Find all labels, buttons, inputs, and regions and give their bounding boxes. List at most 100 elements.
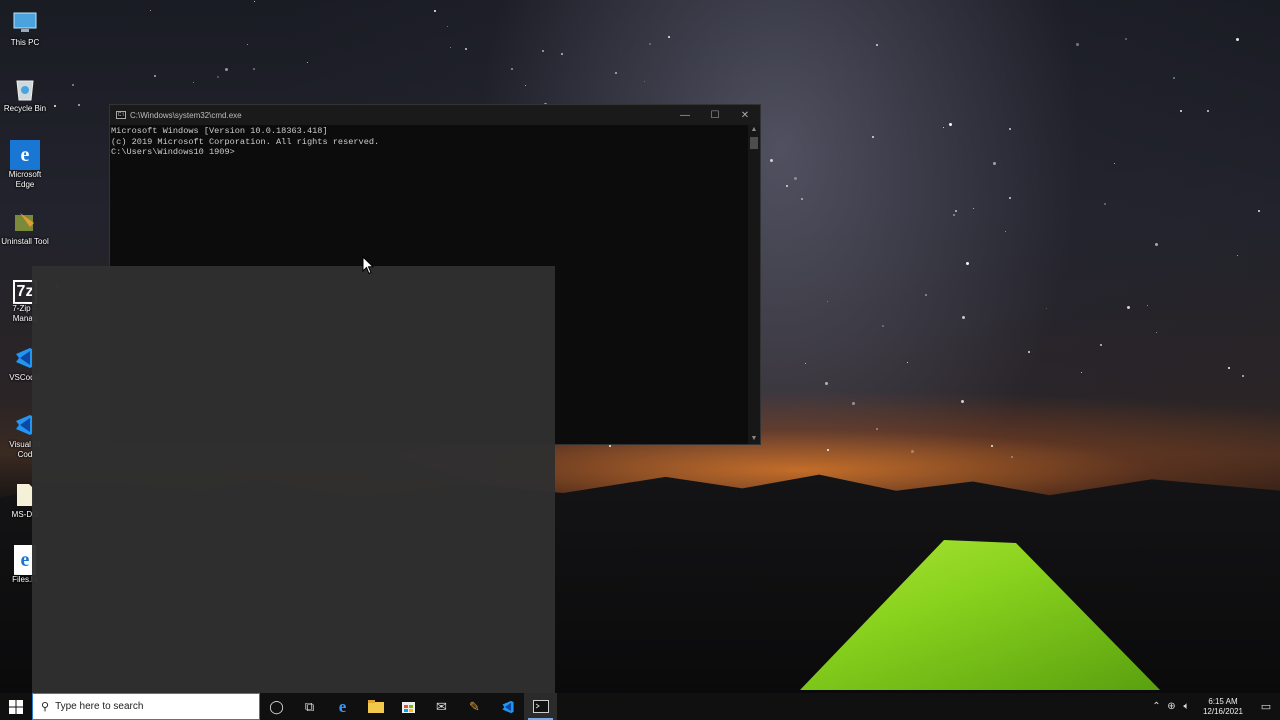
star (644, 81, 646, 83)
desktop-icon-recycle-bin[interactable]: Recycle Bin (0, 74, 50, 114)
taskbar-apps: ◯ ⧉ e ✉ ✎ (260, 693, 557, 720)
star (942, 126, 944, 128)
network-icon[interactable]: ⊕ (1164, 701, 1179, 712)
scroll-up-arrow-icon[interactable]: ▲ (748, 125, 760, 135)
cmd-scrollbar[interactable]: ▲ ▼ (748, 125, 760, 444)
task-view-icon[interactable]: ⧉ (293, 693, 326, 720)
edge-icon[interactable]: e (326, 693, 359, 720)
star (907, 362, 909, 364)
star (1127, 306, 1131, 310)
star (1004, 231, 1006, 233)
edge-icon: e (10, 140, 40, 170)
uninstall-tool-icon[interactable]: ✎ (458, 693, 491, 720)
star (1010, 455, 1013, 458)
star (972, 207, 974, 209)
star (54, 104, 57, 107)
star (960, 399, 964, 403)
search-icon: ⚲ (41, 701, 50, 713)
cmd-taskbar-icon[interactable] (524, 693, 557, 720)
uninstall-tool-icon (10, 207, 40, 237)
scroll-down-arrow-icon[interactable]: ▼ (748, 434, 760, 444)
console-line: Microsoft Windows [Version 10.0.18363.41… (111, 126, 328, 136)
star (990, 445, 993, 448)
star (827, 301, 829, 303)
volume-icon[interactable]: 🔈︎ (1179, 701, 1194, 712)
system-tray: ⌃ ⊕ 🔈︎ 6:15 AM 12/16/2021 ▭ (1149, 693, 1280, 720)
star (785, 184, 788, 187)
star (464, 48, 467, 51)
star (614, 72, 617, 75)
taskbar-search-box[interactable]: ⚲ (32, 693, 260, 720)
console-line: (c) 2019 Microsoft Corporation. All righ… (111, 136, 380, 147)
windows-logo-icon (9, 699, 23, 714)
star (511, 68, 514, 71)
star (1046, 307, 1048, 309)
minimize-button[interactable]: — (670, 105, 700, 125)
star (1155, 331, 1157, 333)
star (667, 36, 670, 39)
clock-time: 6:15 AM (1208, 696, 1238, 706)
close-button[interactable]: ✕ (730, 105, 760, 125)
scrollbar-thumb[interactable] (750, 137, 758, 149)
computer-icon (10, 8, 40, 38)
star (1155, 242, 1159, 246)
desktop-icon-edge[interactable]: e Microsoft Edge (0, 140, 50, 190)
star (961, 315, 965, 319)
star (1180, 109, 1183, 112)
star (252, 68, 255, 71)
star (247, 43, 248, 45)
star (992, 161, 996, 165)
star (952, 213, 955, 216)
star (450, 46, 452, 48)
clock-date: 12/16/2021 (1202, 706, 1244, 716)
clock[interactable]: 6:15 AM 12/16/2021 (1198, 697, 1248, 717)
star (770, 158, 774, 162)
console-prompt: C:\Users\Windows10 1909> (111, 147, 235, 158)
star (949, 122, 953, 126)
action-center-icon[interactable]: ▭ (1252, 693, 1280, 720)
window-controls: — ☐ ✕ (670, 105, 760, 125)
mail-icon[interactable]: ✉ (425, 693, 458, 720)
star (1103, 202, 1106, 205)
star (954, 209, 957, 212)
desktop-icon-label: Uninstall Tool (1, 237, 49, 246)
star (649, 42, 652, 45)
star (1242, 374, 1245, 377)
star (924, 294, 927, 297)
taskbar: ⚲ ◯ ⧉ e ✉ ✎ ⌃ ⊕ 🔈︎ 6:15 AM 12/16/2021 ▭ (0, 693, 1280, 720)
star (875, 427, 878, 430)
desktop-icon-label: This PC (10, 38, 40, 47)
star (153, 75, 156, 78)
star (434, 9, 437, 12)
star (78, 104, 81, 107)
file-explorer-icon[interactable] (359, 693, 392, 720)
show-hidden-icons-chevron-icon[interactable]: ⌃ (1149, 701, 1164, 712)
desktop-icon-this-pc[interactable]: This PC (0, 8, 50, 48)
star (1124, 38, 1127, 41)
cmd-window-title: C:\Windows\system32\cmd.exe (130, 110, 242, 120)
star (1099, 343, 1102, 346)
star (800, 198, 803, 201)
star (1228, 367, 1231, 370)
cmd-titlebar[interactable]: C:\ C:\Windows\system32\cmd.exe — ☐ ✕ (110, 105, 760, 125)
star (1207, 110, 1210, 113)
star (1081, 371, 1083, 373)
star (216, 75, 219, 78)
cortana-icon[interactable]: ◯ (260, 693, 293, 720)
store-icon[interactable] (392, 693, 425, 720)
cmd-app-icon: C:\ (116, 111, 126, 119)
star (524, 84, 526, 86)
mouse-cursor-icon (362, 255, 375, 280)
star (852, 402, 856, 406)
maximize-button[interactable]: ☐ (700, 105, 730, 125)
star (561, 52, 564, 55)
star (881, 325, 884, 328)
search-input[interactable] (55, 701, 236, 712)
vscode-icon[interactable] (491, 693, 524, 720)
desktop-icon-uninstall-tool[interactable]: Uninstall Tool (0, 207, 50, 247)
recycle-bin-icon (10, 74, 40, 104)
star (193, 82, 195, 84)
star (805, 363, 807, 365)
star (1173, 77, 1176, 80)
start-button[interactable] (0, 693, 32, 720)
